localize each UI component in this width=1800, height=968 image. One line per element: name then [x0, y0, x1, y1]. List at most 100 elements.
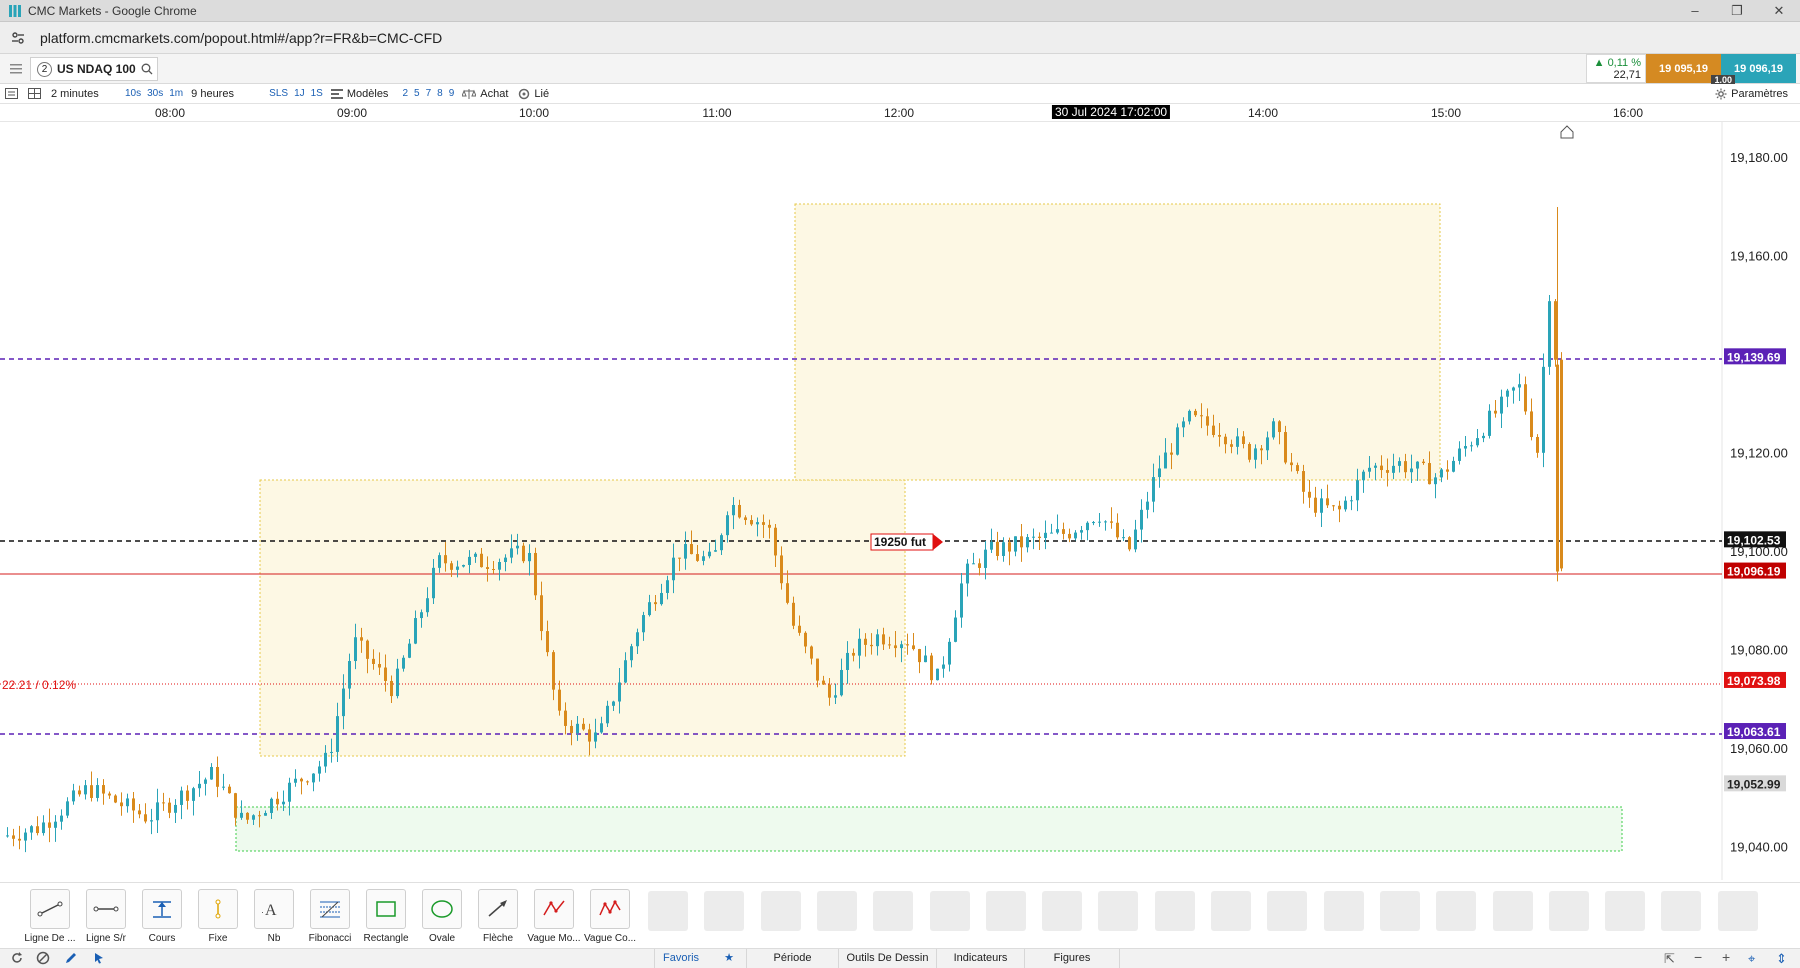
sell-button[interactable]: 19 095,19 1.00: [1646, 54, 1735, 85]
chart-canvas[interactable]: 19,180.0019,160.0019,120.0019,100.0019,0…: [0, 122, 1800, 880]
candle: [96, 778, 99, 802]
empty-tool-slot[interactable]: [1605, 891, 1646, 931]
cursor-icon[interactable]: [92, 951, 106, 965]
price-tag[interactable]: 19,063.61: [1724, 723, 1786, 740]
minimize-icon[interactable]: –: [1674, 0, 1716, 22]
change-annotation: 22.21 / 0.12%: [2, 678, 76, 692]
pencil-icon[interactable]: [64, 951, 78, 965]
candle: [930, 652, 933, 685]
quick-sls[interactable]: SLS: [266, 88, 291, 99]
candle: [156, 788, 159, 833]
zoom-out-icon[interactable]: −: [1694, 949, 1702, 965]
price-tag[interactable]: 19,102.53: [1724, 531, 1786, 548]
preset-7[interactable]: 7: [423, 88, 435, 99]
tool-corrective-wave[interactable]: Vague Co...: [582, 889, 638, 944]
time-tick: 14:00: [1247, 106, 1279, 120]
tab-favorites[interactable]: Favoris ★: [654, 949, 742, 968]
quick-1m[interactable]: 1m: [166, 88, 186, 99]
tab-period[interactable]: Période: [746, 949, 838, 968]
tab-figures[interactable]: Figures: [1024, 949, 1120, 968]
tool-vertical-line[interactable]: Fixe: [190, 889, 246, 944]
price-chart[interactable]: 19,180.00 19,160.00 19,120.00 19,100.00 19,0…: [0, 122, 1800, 880]
empty-tool-slot[interactable]: [760, 891, 801, 931]
preset-8[interactable]: 8: [434, 88, 446, 99]
tool-ellipse[interactable]: Ovale: [414, 889, 470, 944]
candle: [186, 785, 189, 810]
timeframe-select[interactable]: 2 minutes: [46, 84, 122, 104]
empty-tool-slot[interactable]: [1548, 891, 1589, 931]
preset-2[interactable]: 2: [399, 88, 411, 99]
tool-fibonacci[interactable]: Fibonacci: [302, 889, 358, 944]
zoom-in-icon[interactable]: +: [1722, 949, 1730, 965]
site-info-icon[interactable]: [6, 26, 30, 50]
range-select[interactable]: 9 heures: [186, 84, 266, 104]
empty-tool-slot[interactable]: [1323, 891, 1364, 931]
tool-text[interactable]: A · Nb: [246, 889, 302, 944]
layout-icon[interactable]: [23, 84, 46, 104]
rectangle-zone-1[interactable]: [259, 479, 906, 757]
empty-tool-slot[interactable]: [648, 891, 688, 931]
search-icon[interactable]: [141, 63, 153, 75]
tab-indicators[interactable]: Indicateurs: [936, 949, 1024, 968]
rectangle-icon: [366, 889, 406, 929]
list-view-icon[interactable]: [0, 84, 23, 104]
close-icon[interactable]: ✕: [1758, 0, 1800, 22]
restore-icon[interactable]: ❐: [1716, 0, 1758, 22]
refresh-icon[interactable]: [10, 951, 24, 965]
empty-tool-slot[interactable]: [1267, 891, 1308, 931]
quick-1j[interactable]: 1J: [291, 88, 308, 99]
empty-tool-slot[interactable]: [1154, 891, 1195, 931]
tool-arrow[interactable]: Flèche: [470, 889, 526, 944]
empty-tool-slot[interactable]: [816, 891, 857, 931]
rectangle-zone-3[interactable]: [235, 806, 1623, 852]
price-tag[interactable]: 19,052.99: [1724, 775, 1786, 792]
candle: [1548, 295, 1551, 375]
templates-button[interactable]: Modèles: [326, 84, 394, 104]
crosshair-icon[interactable]: ⌖: [1748, 951, 1755, 967]
preset-9[interactable]: 9: [446, 88, 458, 99]
address-bar[interactable]: platform.cmcmarkets.com/popout.html#/app…: [0, 22, 1800, 54]
preset-5[interactable]: 5: [411, 88, 423, 99]
empty-tool-slot[interactable]: [1661, 891, 1702, 931]
empty-tool-slot[interactable]: [1379, 891, 1420, 931]
price-tag[interactable]: 19,096.19: [1724, 562, 1786, 579]
quote-panel: ▲ 0,11 % 22,71 19 095,19 1.00 19 096,19: [1586, 54, 1796, 85]
quick-1s[interactable]: 1S: [308, 88, 326, 99]
buy-mode-label: Achat: [480, 87, 509, 100]
instrument-selector[interactable]: 2 US NDAQ 100: [30, 57, 158, 81]
empty-tool-slot[interactable]: [985, 891, 1026, 931]
buy-mode-button[interactable]: Achat: [457, 84, 513, 104]
quick-10s[interactable]: 10s: [122, 88, 144, 99]
order-marker[interactable]: 19250 fut: [870, 533, 943, 551]
tool-wave[interactable]: Vague Mo...: [526, 889, 582, 944]
empty-tool-slot[interactable]: [1717, 891, 1758, 931]
tool-horizontal-line[interactable]: Ligne S/r: [78, 889, 134, 944]
empty-tool-slot[interactable]: [704, 891, 745, 931]
tool-rectangle[interactable]: Rectangle: [358, 889, 414, 944]
empty-tool-slot[interactable]: [1098, 891, 1139, 931]
rectangle-zone-2[interactable]: [794, 203, 1441, 481]
scroll-to-end-icon[interactable]: [1560, 125, 1574, 139]
fibonacci-icon: [310, 889, 350, 929]
quick-30s[interactable]: 30s: [144, 88, 166, 99]
empty-tool-slot[interactable]: [1042, 891, 1083, 931]
menu-icon[interactable]: [6, 60, 26, 78]
link-label: Lié: [534, 87, 550, 100]
url-text[interactable]: platform.cmcmarkets.com/popout.html#/app…: [40, 30, 442, 46]
price-tag[interactable]: 19,139.69: [1724, 348, 1786, 365]
empty-tool-slot[interactable]: [929, 891, 970, 931]
cancel-icon[interactable]: [36, 951, 50, 965]
link-button[interactable]: Lié: [513, 84, 554, 104]
time-tick: 09:00: [336, 106, 368, 120]
empty-tool-slot[interactable]: [1492, 891, 1533, 931]
tool-price[interactable]: Cours: [134, 889, 190, 944]
fit-icon[interactable]: ⇕: [1776, 951, 1787, 967]
tool-trend-line[interactable]: Ligne De ...: [22, 889, 78, 944]
empty-tool-slot[interactable]: [1211, 891, 1251, 931]
tab-drawing-tools[interactable]: Outils De Dessin: [838, 949, 936, 968]
price-tag[interactable]: 19,073.98: [1724, 671, 1786, 688]
expand-icon[interactable]: ⇱: [1664, 951, 1675, 967]
settings-button[interactable]: Paramètres: [1715, 84, 1788, 104]
empty-tool-slot[interactable]: [1436, 891, 1477, 931]
empty-tool-slot[interactable]: [873, 891, 914, 931]
